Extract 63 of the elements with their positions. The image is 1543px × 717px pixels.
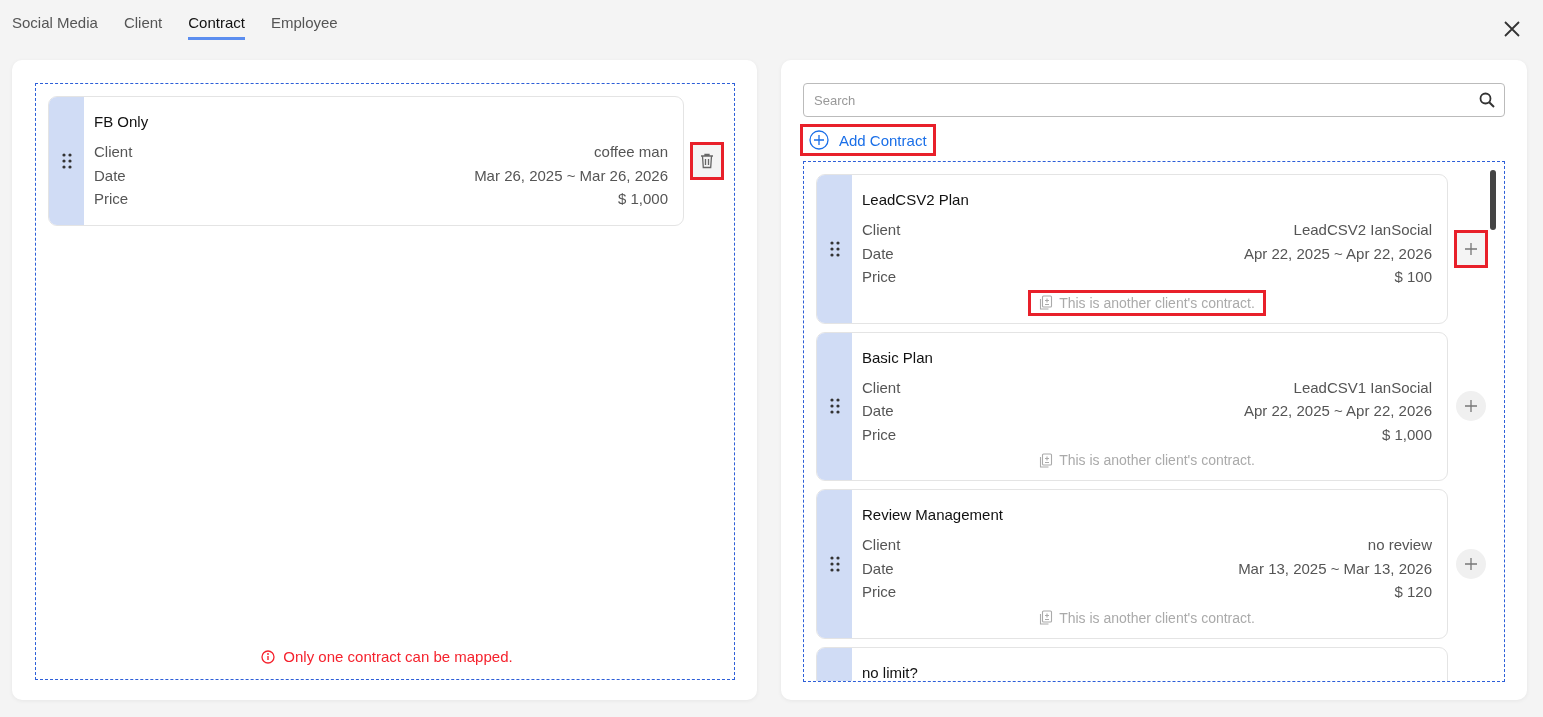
field-label: Date xyxy=(862,243,894,264)
plus-circle-icon xyxy=(809,130,829,150)
contract-note: This is another client's contract. xyxy=(1031,607,1263,628)
field-value: $ 1,000 xyxy=(617,189,668,209)
search-icon xyxy=(1479,92,1495,108)
field-value: Apr 22, 2025 ~ Apr 22, 2026 xyxy=(1243,401,1432,421)
drag-dots-icon xyxy=(829,555,840,572)
scrollbar-thumb[interactable] xyxy=(1490,170,1496,230)
field-label: Client xyxy=(862,535,901,555)
trash-icon xyxy=(700,152,714,169)
drag-dots-icon xyxy=(61,152,72,169)
field-value: coffee man xyxy=(594,142,668,162)
field-label: Price xyxy=(94,189,129,209)
drag-dots-icon xyxy=(829,398,840,415)
plus-icon xyxy=(1465,557,1477,570)
drag-handle[interactable] xyxy=(817,175,852,323)
field-value: $ 100 xyxy=(1394,267,1432,287)
field-label: Price xyxy=(862,582,897,602)
tab[interactable]: Employee xyxy=(270,12,338,40)
add-button[interactable] xyxy=(1456,391,1486,422)
field-value: Apr 22, 2025 ~ Apr 22, 2026 xyxy=(1243,243,1432,264)
tab[interactable]: Client xyxy=(123,12,163,40)
info-icon xyxy=(261,649,276,664)
add-button[interactable] xyxy=(1454,229,1488,268)
warning-message: Only one contract can be mapped. xyxy=(283,648,513,665)
field-label: Client xyxy=(862,220,901,240)
copy-icon xyxy=(1039,610,1054,625)
field-value: Mar 26, 2025 ~ Mar 26, 2026 xyxy=(474,165,668,186)
field-label: Date xyxy=(862,401,894,421)
field-label: Price xyxy=(862,267,897,287)
search-field[interactable]: Search xyxy=(803,83,1505,117)
drag-handle[interactable] xyxy=(49,97,84,225)
copy-icon xyxy=(1039,295,1054,310)
drag-handle[interactable] xyxy=(817,490,852,638)
field-label: Date xyxy=(94,165,126,186)
tab[interactable]: Contract xyxy=(188,12,245,40)
field-value: $ 120 xyxy=(1394,582,1432,602)
field-value: LeadCSV2 IanSocial xyxy=(1293,220,1432,240)
contract-title: Review Management xyxy=(862,506,1004,523)
contract-title: no limit? xyxy=(862,663,919,681)
tab[interactable]: Social Media xyxy=(12,12,98,40)
field-value: Mar 13, 2025 ~ Mar 13, 2026 xyxy=(1238,558,1432,579)
copy-icon xyxy=(1039,452,1054,468)
field-label: Price xyxy=(862,424,897,445)
contract-title: Basic Plan xyxy=(862,348,934,366)
contract-title: FB Only xyxy=(94,113,150,130)
field-value: LeadCSV1 IanSocial xyxy=(1293,377,1432,398)
drag-dots-icon xyxy=(829,240,840,257)
field-label: Client xyxy=(862,377,901,398)
contract-note: This is another client's contract. xyxy=(1031,292,1263,313)
add-button[interactable] xyxy=(1456,548,1486,579)
field-value: $ 1,000 xyxy=(1381,424,1432,445)
drag-handle[interactable] xyxy=(817,332,852,480)
add-contract-button[interactable]: Add Contract xyxy=(803,127,933,153)
contract-note: This is another client's contract. xyxy=(1031,450,1263,470)
field-label: Date xyxy=(862,558,894,579)
close-icon[interactable] xyxy=(1503,20,1521,38)
delete-button[interactable] xyxy=(690,141,724,180)
plus-icon xyxy=(1465,242,1477,255)
field-label: Client xyxy=(94,142,133,162)
plus-icon xyxy=(1465,400,1477,413)
contract-title: LeadCSV2 Plan xyxy=(862,191,970,208)
field-value: no review xyxy=(1367,535,1432,555)
